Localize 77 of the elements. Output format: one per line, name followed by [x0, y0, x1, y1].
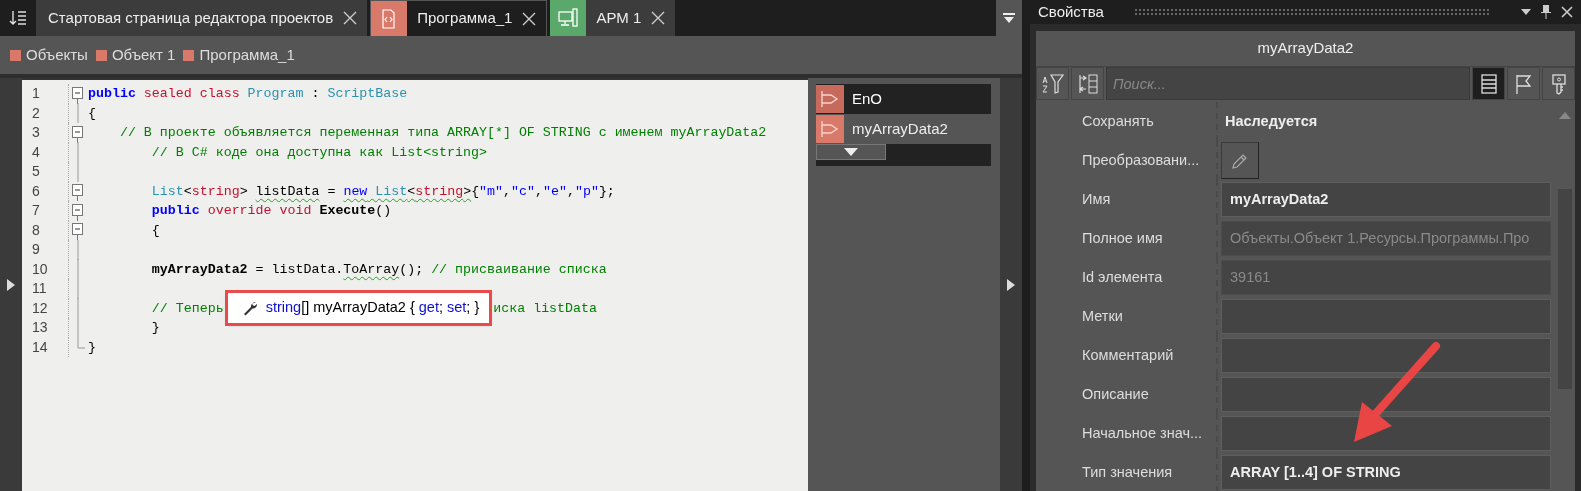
categorize-icon[interactable]: [1071, 67, 1104, 100]
property-label: Id элемента: [1036, 258, 1218, 297]
line-number: 6: [31, 181, 41, 201]
property-field[interactable]: [1221, 299, 1551, 334]
property-label: Преобразовани...: [1036, 141, 1218, 180]
overflow-menu-icon[interactable]: [996, 0, 1022, 36]
property-label: Комментарий: [1036, 336, 1218, 375]
pin-icon[interactable]: [1541, 5, 1551, 19]
code-line: List<string> listData = new List<string>{"m","c","e","p"};: [150, 182, 615, 201]
close-icon[interactable]: [651, 11, 666, 25]
property-field: 39161: [1221, 260, 1551, 295]
key-icon[interactable]: [1542, 67, 1575, 100]
property-label: Имя: [1036, 180, 1218, 219]
line-number: 1: [31, 84, 41, 103]
search-field[interactable]: Поиск...: [1106, 67, 1470, 100]
caret-icon: [844, 148, 858, 156]
list-view-icon[interactable]: [1472, 67, 1505, 100]
code-line: public sealed class Program : ScriptBase: [88, 85, 408, 103]
panel-title: Свойства: [1038, 1, 1104, 22]
editor-tab[interactable]: АРМ 1: [550, 0, 676, 36]
editor-tab[interactable]: Стартовая страница редактора проектов: [36, 0, 368, 36]
property-field[interactable]: ARRAY [1..4] OF STRING: [1221, 455, 1551, 490]
line-number: 14: [31, 337, 49, 357]
port-item[interactable]: myArrayData2: [816, 114, 991, 144]
close-icon[interactable]: [1561, 6, 1573, 18]
line-number: 9: [31, 240, 41, 259]
line-number: 5: [31, 162, 41, 181]
line-number: 12: [31, 298, 49, 318]
line-number: 7: [31, 201, 41, 220]
property-field[interactable]: myArrayData2: [1221, 182, 1551, 217]
flag-icon[interactable]: [1507, 67, 1540, 100]
code-line: // Теперь: [150, 299, 224, 318]
collapse-icon[interactable]: [71, 181, 84, 202]
property-label: Метки: [1036, 297, 1218, 336]
property-label: Описание: [1036, 375, 1218, 414]
code-line: public override void Execute(): [150, 202, 392, 220]
code-line: // В проекте объявляется переменная типа ARRAY[*] OF STRING с именем myArrayData2: [118, 124, 767, 142]
port-arrow-icon: [820, 90, 840, 108]
expand-icon[interactable]: [1007, 278, 1015, 291]
editor-tab[interactable]: Программа_1: [370, 0, 548, 36]
code-line: }: [150, 319, 160, 337]
expand-icon[interactable]: [7, 278, 15, 291]
property-field[interactable]: [1221, 416, 1551, 451]
code-line: myArrayData2 = listData.ToArray(); // присваивание списка: [150, 260, 607, 279]
dropdown-button[interactable]: [816, 144, 886, 160]
line-number: 3: [31, 123, 41, 142]
property-field[interactable]: [1221, 338, 1551, 373]
breadcrumb-item[interactable]: Объект 1: [95, 43, 176, 67]
tooltip-text: string[] myArrayData2 { get; set; }: [265, 297, 480, 317]
line-number: 13: [31, 318, 49, 337]
edit-button[interactable]: [1221, 142, 1259, 179]
dropdown-icon[interactable]: [1521, 9, 1531, 15]
code-line: {: [88, 104, 96, 123]
property-field[interactable]: [1221, 377, 1551, 412]
property-label: Тип значения: [1036, 453, 1218, 491]
line-number: 4: [31, 142, 41, 162]
breadcrumb-item[interactable]: Объекты: [10, 43, 88, 67]
line-number: 11: [31, 279, 48, 298]
property-field: Объекты.Объект 1.Ресурсы.Программы.Про: [1221, 221, 1551, 256]
code-line: {: [150, 221, 160, 240]
code-line: }: [88, 338, 96, 357]
property-label: Полное имя: [1036, 219, 1218, 258]
code-line: иска listData: [493, 299, 597, 318]
line-number: 2: [31, 103, 41, 123]
port-arrow-icon: [820, 120, 840, 138]
property-value: Наследуется: [1224, 111, 1318, 131]
property-label: Сохранять: [1036, 102, 1218, 141]
close-icon[interactable]: [343, 11, 358, 25]
sort-az-icon[interactable]: [1036, 67, 1069, 100]
line-number: 10: [31, 259, 49, 279]
property-label: Начальное знач...: [1036, 414, 1218, 453]
close-icon[interactable]: [522, 11, 537, 26]
monitor-icon: [558, 8, 579, 28]
breadcrumb-item[interactable]: Программа_1: [183, 43, 295, 67]
line-number: 8: [31, 220, 41, 240]
code-line: // В C# коде она доступна как List<string>: [150, 143, 487, 162]
collapse-icon[interactable]: [71, 220, 84, 241]
